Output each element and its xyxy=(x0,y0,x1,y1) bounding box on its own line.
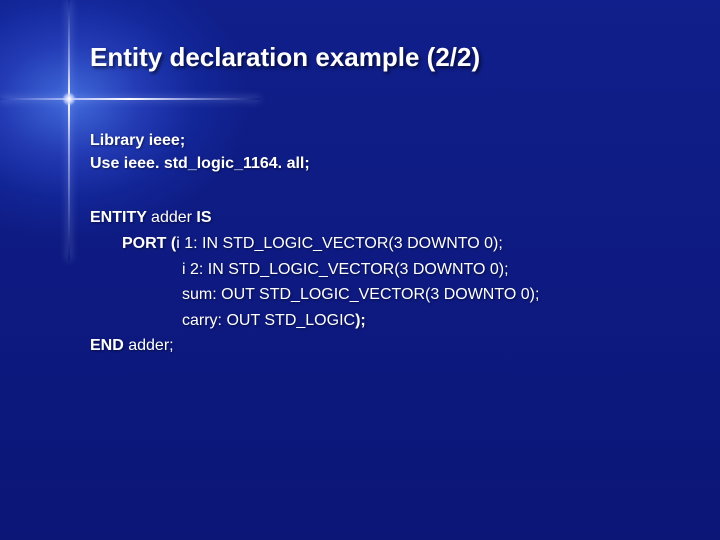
lens-flare-vertical xyxy=(68,0,70,260)
close-paren: ); xyxy=(355,312,366,329)
port-i1: i 1: IN STD_LOGIC_VECTOR(3 DOWNTO 0); xyxy=(176,235,503,252)
code-line-entity: ENTITY adder IS xyxy=(90,205,680,231)
kw-end: END xyxy=(90,337,128,354)
entity-name: adder xyxy=(151,209,196,226)
kw-entity: ENTITY xyxy=(90,209,151,226)
end-name: adder; xyxy=(128,337,173,354)
code-line-end: END adder; xyxy=(90,333,680,359)
code-line-port-sum: sum: OUT STD_LOGIC_VECTOR(3 DOWNTO 0); xyxy=(90,282,680,308)
code-line-port-carry: carry: OUT STD_LOGIC); xyxy=(90,308,680,334)
library-line-2: Use ieee. std_logic_1164. all; xyxy=(90,152,680,175)
lens-flare-center xyxy=(62,92,76,106)
kw-is: IS xyxy=(196,209,211,226)
code-line-port-i1: PORT (i 1: IN STD_LOGIC_VECTOR(3 DOWNTO … xyxy=(90,231,680,257)
port-carry: carry: OUT STD_LOGIC xyxy=(182,312,355,329)
slide-content: Entity declaration example (2/2) Library… xyxy=(90,42,680,359)
slide-title: Entity declaration example (2/2) xyxy=(90,42,680,73)
kw-port: PORT ( xyxy=(122,235,176,252)
vhdl-code-block: ENTITY adder IS PORT (i 1: IN STD_LOGIC_… xyxy=(90,205,680,359)
library-line-1: Library ieee; xyxy=(90,129,680,152)
code-line-port-i2: i 2: IN STD_LOGIC_VECTOR(3 DOWNTO 0); xyxy=(90,257,680,283)
